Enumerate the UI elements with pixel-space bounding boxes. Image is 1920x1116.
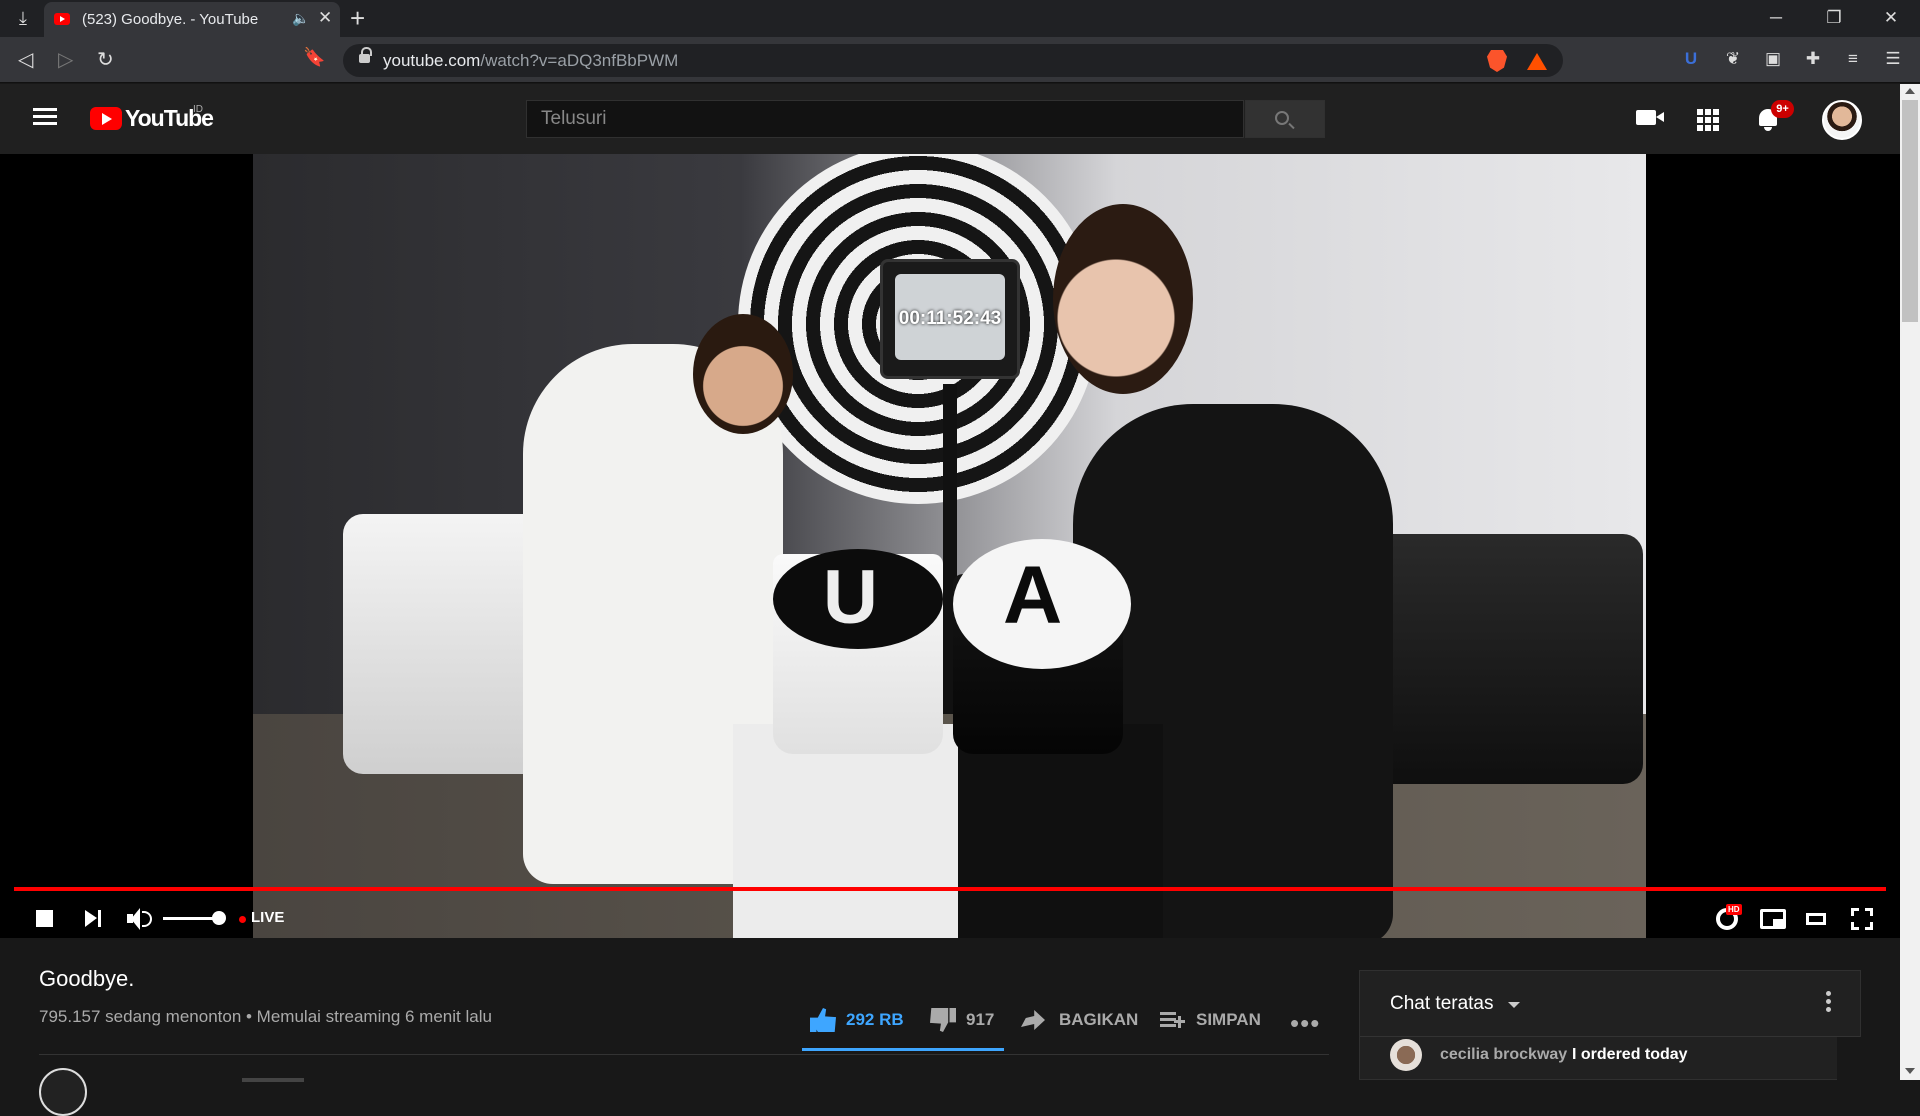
channel-avatar[interactable] <box>39 1068 87 1116</box>
volume-slider-knob[interactable] <box>212 911 226 925</box>
divider <box>39 1054 1329 1055</box>
theater-mode-icon[interactable] <box>1806 913 1826 925</box>
like-button[interactable]: 292 RB <box>810 1002 904 1038</box>
region-code: ID <box>193 104 203 115</box>
dislike-button[interactable]: 917 <box>930 1002 994 1038</box>
chevron-down-icon[interactable] <box>1508 1002 1520 1008</box>
video-player[interactable]: 00:11:52:43 U A LIVE HD <box>0 154 1900 1030</box>
progress-bar[interactable] <box>14 887 1886 891</box>
restore-button[interactable]: ❐ <box>1814 4 1854 32</box>
tv-timer-text: 00:11:52:43 <box>898 308 1002 329</box>
thumbs-up-icon <box>810 1008 836 1032</box>
playlist-add-icon <box>1160 1010 1185 1030</box>
scene-letter-a: A <box>1003 550 1063 641</box>
stop-icon[interactable] <box>36 910 53 927</box>
like-count: 292 RB <box>846 1010 904 1029</box>
save-label: SIMPAN <box>1196 1010 1261 1029</box>
search-input[interactable] <box>527 101 1173 137</box>
hamburger-menu-icon[interactable] <box>33 108 57 126</box>
scene-white-pedestal <box>733 724 958 938</box>
brave-rewards-icon[interactable] <box>1527 53 1547 70</box>
save-button[interactable]: SIMPAN <box>1160 1002 1261 1038</box>
brave-shields-icon[interactable] <box>1487 50 1507 72</box>
bookmark-icon[interactable]: 🔖 <box>303 47 325 68</box>
chat-mode-dropdown[interactable]: Chat teratas <box>1390 993 1494 1015</box>
live-dot-icon <box>239 916 246 923</box>
dislike-count: 917 <box>966 1010 995 1029</box>
account-avatar[interactable] <box>1822 100 1862 140</box>
download-icon[interactable]: ⤓ <box>10 6 36 30</box>
youtube-header: YouTube ID 9+ <box>0 84 1900 154</box>
video-title: Goodbye. <box>39 966 135 991</box>
reload-icon[interactable]: ↻ <box>97 47 114 72</box>
extensions-puzzle-icon[interactable]: ✚ <box>1802 48 1824 70</box>
browser-tab-active[interactable]: (523) Goodbye. - YouTube 🔈 ✕ <box>44 2 340 37</box>
minimize-button[interactable]: ─ <box>1756 4 1796 32</box>
chat-more-options-icon[interactable] <box>1826 991 1831 1015</box>
browser-menu-icon[interactable]: ☰ <box>1882 48 1904 70</box>
extension-shield-icon[interactable]: U <box>1680 48 1702 70</box>
create-video-icon[interactable] <box>1636 110 1664 125</box>
more-actions-icon[interactable]: ••• <box>1290 1010 1320 1036</box>
share-icon <box>1021 1010 1045 1030</box>
media-queue-icon[interactable]: ≡ <box>1842 48 1864 70</box>
chat-message-author[interactable]: cecilia brockway <box>1440 1046 1567 1064</box>
close-window-button[interactable]: ✕ <box>1871 4 1911 32</box>
scene-person-black-suit-head <box>1053 204 1193 394</box>
speaker-icon[interactable]: 🔈 <box>292 10 309 27</box>
page-scrollbar[interactable] <box>1900 84 1920 1080</box>
scroll-down-icon[interactable] <box>1905 1068 1915 1074</box>
url-path: /watch?v=aDQ3nfBbPWM <box>480 51 679 70</box>
channel-name-stub <box>242 1078 304 1082</box>
extension-square-icon[interactable]: ▣ <box>1762 48 1784 70</box>
chat-scrollbar[interactable] <box>1837 1037 1861 1081</box>
apps-grid-icon[interactable] <box>1697 109 1719 131</box>
forward-icon[interactable]: ▷ <box>58 47 73 72</box>
live-badge[interactable]: LIVE <box>251 909 284 926</box>
address-bar[interactable]: youtube.com/watch?v=aDQ3nfBbPWM <box>343 44 1563 77</box>
url-host: youtube.com <box>383 51 481 70</box>
close-tab-icon[interactable]: ✕ <box>318 8 332 28</box>
tab-title: (523) Goodbye. - YouTube <box>82 11 259 28</box>
hd-badge: HD <box>1726 904 1742 915</box>
scene-tv-screen: 00:11:52:43 <box>895 274 1005 360</box>
back-icon[interactable]: ◁ <box>18 47 33 72</box>
like-ratio-bar <box>802 1048 1004 1051</box>
chat-message-text: I ordered today <box>1572 1046 1688 1063</box>
youtube-favicon-icon <box>54 13 70 25</box>
scene-black-pedestal <box>958 724 1163 938</box>
share-label: BAGIKAN <box>1059 1010 1139 1029</box>
scene-letter-u: U <box>823 555 878 640</box>
search-icon <box>1275 111 1289 125</box>
url-text[interactable]: youtube.com/watch?v=aDQ3nfBbPWM <box>383 51 678 71</box>
scene-person-white-suit-head <box>693 314 793 434</box>
live-chat-panel: Chat teratas cecilia brockway I ordered … <box>1359 970 1861 1081</box>
scene-tv: 00:11:52:43 <box>880 259 1020 379</box>
miniplayer-icon[interactable] <box>1760 909 1786 929</box>
browser-tab-strip: ⤓ (523) Goodbye. - YouTube 🔈 ✕ + ─ ❐ ✕ <box>0 0 1920 37</box>
scroll-up-icon[interactable] <box>1905 88 1915 94</box>
fullscreen-icon[interactable] <box>1851 908 1873 930</box>
video-meta: 795.157 sedang menonton • Memulai stream… <box>39 1007 492 1026</box>
thumbs-down-icon <box>930 1008 956 1032</box>
notification-count-badge: 9+ <box>1771 100 1794 118</box>
next-icon[interactable] <box>85 910 103 927</box>
scrollbar-thumb[interactable] <box>1902 100 1918 322</box>
chat-user-avatar[interactable] <box>1390 1039 1422 1071</box>
youtube-logo-icon[interactable] <box>90 107 122 130</box>
share-button[interactable]: BAGIKAN <box>1021 1002 1138 1038</box>
search-box <box>526 100 1325 138</box>
lock-icon <box>359 47 372 64</box>
browser-toolbar: ◁ ▷ ↻ 🔖 youtube.com/watch?v=aDQ3nfBbPWM … <box>0 37 1920 83</box>
new-tab-button[interactable]: + <box>350 3 365 34</box>
video-frame[interactable]: 00:11:52:43 U A <box>253 154 1646 938</box>
divider <box>1360 1036 1860 1037</box>
extension-leaf-icon[interactable]: ❦ <box>1722 48 1744 70</box>
search-button[interactable] <box>1245 100 1325 138</box>
